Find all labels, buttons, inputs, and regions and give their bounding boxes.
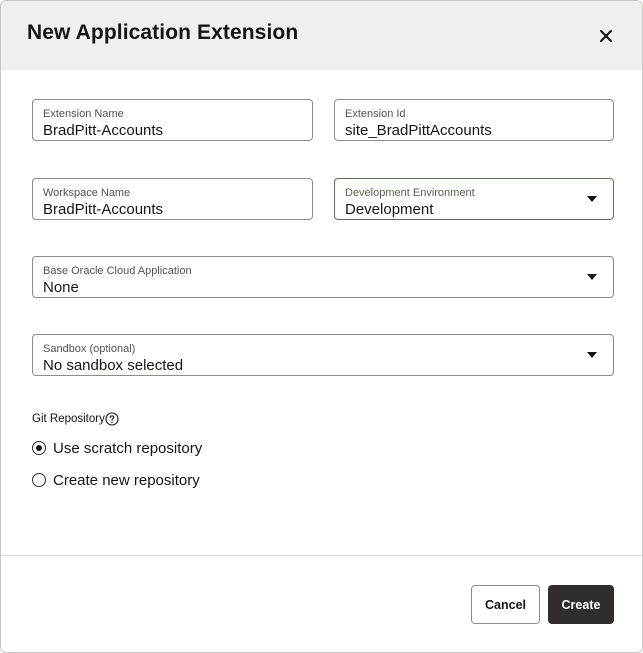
dialog-title: New Application Extension: [27, 21, 299, 44]
workspace-name-value[interactable]: BradPitt-Accounts: [43, 201, 163, 218]
chevron-down-icon[interactable]: [587, 196, 597, 202]
development-environment-label: Development Environment: [345, 187, 475, 199]
chevron-down-icon[interactable]: [587, 274, 597, 280]
extension-name-label: Extension Name: [43, 108, 124, 120]
sandbox-label: Sandbox (optional): [43, 343, 136, 355]
radio-dot: [36, 445, 42, 451]
new-application-extension-dialog: New Application Extension Extension Name…: [0, 0, 643, 653]
base-application-select[interactable]: Base Oracle Cloud Application None: [32, 256, 614, 298]
radio-button-selected[interactable]: [32, 441, 46, 455]
extension-id-field[interactable]: Extension Id site_BradPittAccounts: [334, 99, 614, 141]
footer-divider: [1, 555, 642, 556]
base-application-label: Base Oracle Cloud Application: [43, 265, 192, 277]
radio-label-scratch: Use scratch repository: [53, 440, 203, 457]
dialog-header: New Application Extension: [1, 1, 642, 70]
git-repository-label: Git Repository: [32, 413, 105, 425]
close-button[interactable]: [593, 23, 619, 49]
help-icon[interactable]: [105, 412, 119, 426]
radio-label-create-new: Create new repository: [53, 472, 200, 489]
sandbox-value: No sandbox selected: [43, 357, 184, 374]
extension-name-value[interactable]: BradPitt-Accounts: [43, 122, 163, 139]
workspace-name-field[interactable]: Workspace Name BradPitt-Accounts: [32, 178, 313, 220]
question-circle-icon: [105, 412, 119, 426]
development-environment-select[interactable]: Development Environment Development: [334, 178, 614, 220]
base-application-value: None: [43, 279, 79, 296]
extension-id-value[interactable]: site_BradPittAccounts: [345, 122, 492, 139]
radio-button-unselected[interactable]: [32, 473, 46, 487]
extension-id-label: Extension Id: [345, 108, 406, 120]
extension-name-field[interactable]: Extension Name BradPitt-Accounts: [32, 99, 313, 141]
cancel-button[interactable]: Cancel: [471, 585, 540, 624]
workspace-name-label: Workspace Name: [43, 187, 131, 199]
close-icon: [600, 30, 612, 42]
chevron-down-icon[interactable]: [587, 352, 597, 358]
create-button[interactable]: Create: [548, 585, 614, 624]
development-environment-value: Development: [345, 201, 434, 218]
sandbox-select[interactable]: Sandbox (optional) No sandbox selected: [32, 334, 614, 376]
